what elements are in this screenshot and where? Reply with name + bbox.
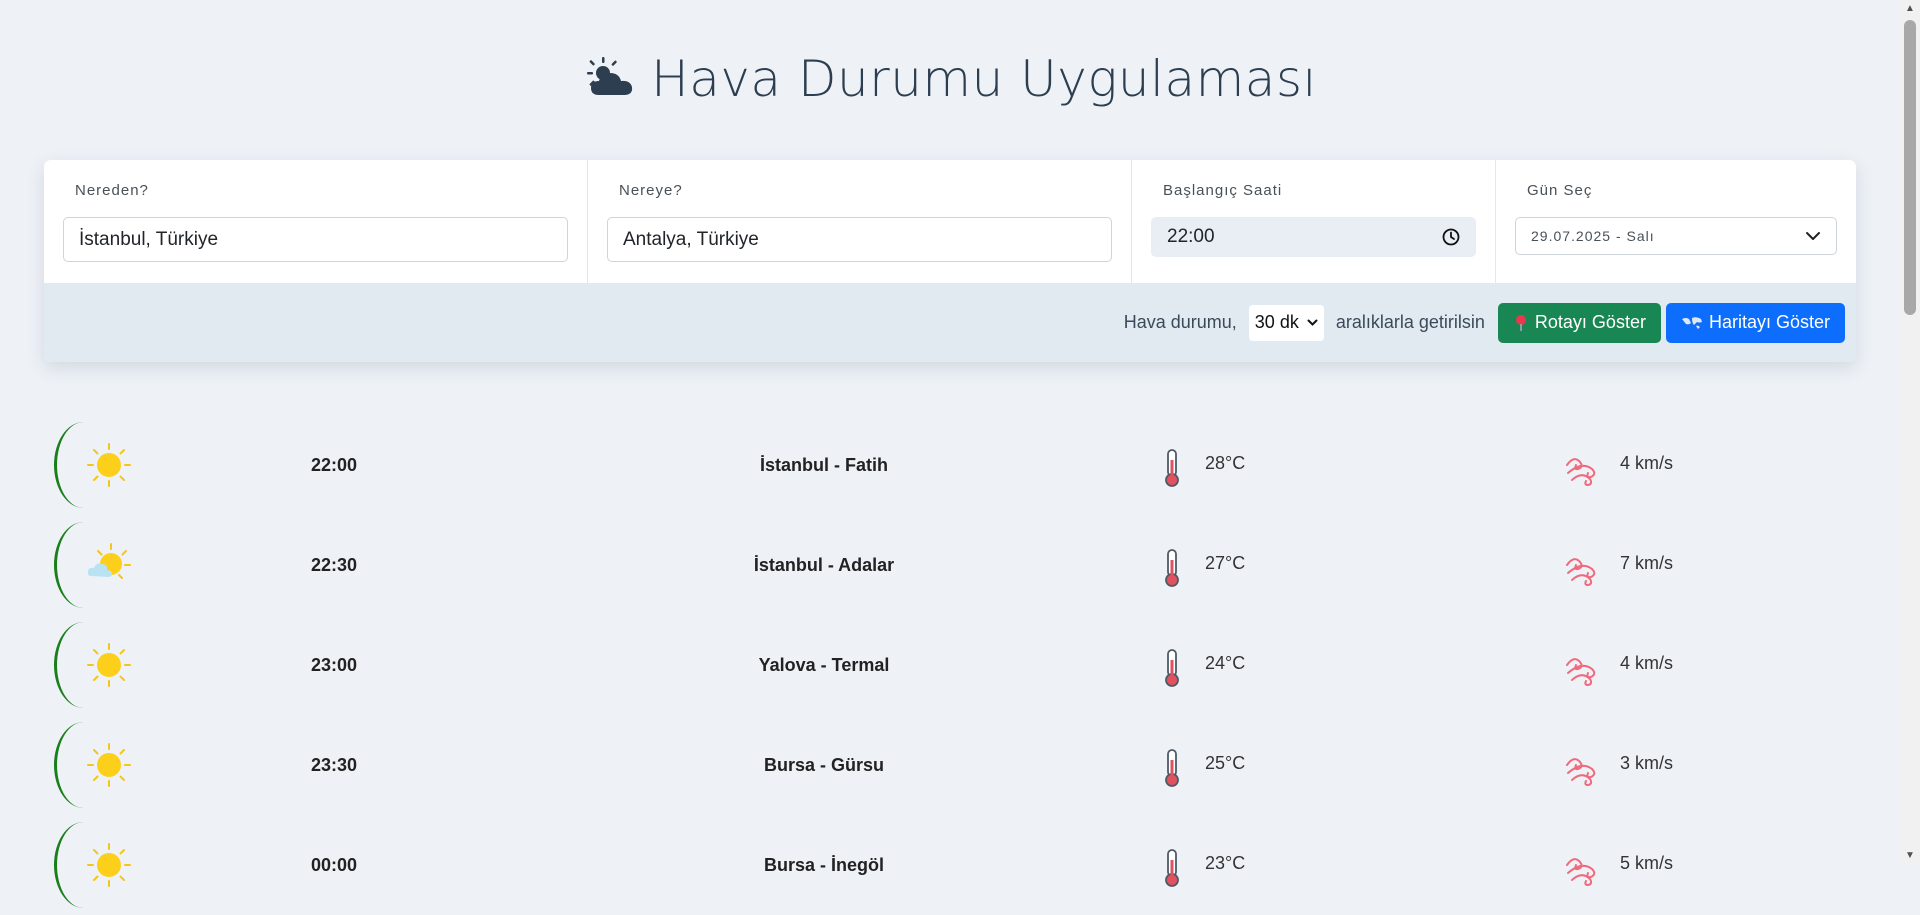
forecast-place: Yalova - Termal <box>758 655 890 675</box>
to-input[interactable]: Antalya, Türkiye <box>607 217 1112 262</box>
forecast-time: 23:00 <box>310 655 358 675</box>
scrollbar-thumb[interactable] <box>1904 20 1916 315</box>
forecast-time: 22:30 <box>310 555 358 575</box>
start-time-field-group: Başlangıç Saati 22:00 <box>1132 160 1496 283</box>
options-toolbar: Hava durumu, 30 dk aralıklarla getirilsi… <box>44 283 1856 362</box>
chevron-down-icon <box>1806 232 1820 240</box>
forecast-time: 22:00 <box>310 455 358 475</box>
wind-icon <box>1566 858 1596 887</box>
thermometer-icon <box>1165 549 1179 587</box>
day-label: Gün Seç <box>1527 182 1593 199</box>
forecast-wind-speed: 5 km/s <box>1620 853 1674 873</box>
vertical-scrollbar[interactable]: ▲ ▼ <box>1900 0 1920 863</box>
forecast-wind-speed: 3 km/s <box>1620 753 1674 773</box>
forecast-place: İstanbul - Fatih <box>760 455 888 475</box>
forecast-row: 23:30 Bursa - Gürsu 25°C 3 km/s <box>44 715 1856 815</box>
interval-prefix-text: Hava durumu, <box>1123 312 1237 332</box>
start-time-value: 22:00 <box>1167 226 1215 247</box>
forecast-temp: 27°C <box>1205 553 1246 573</box>
sun-behind-cloud-icon <box>87 543 131 579</box>
forecast-temp: 23°C <box>1205 853 1246 873</box>
forecast-row: 22:30 İstanbul - Adalar 27°C 7 km/s <box>44 515 1856 615</box>
wind-icon <box>1566 758 1596 787</box>
forecast-wind-speed: 7 km/s <box>1620 553 1674 573</box>
day-field-group: Gün Seç 29.07.2025 - Salı <box>1496 160 1856 283</box>
thermometer-icon <box>1165 449 1179 487</box>
scroll-down-arrow-icon[interactable]: ▼ <box>1900 847 1920 863</box>
show-map-button[interactable]: Haritayı Göster <box>1665 302 1845 343</box>
page: Hava Durumu Uygulaması Nereden? İstanbul… <box>0 0 1900 908</box>
from-label: Nereden? <box>75 182 149 199</box>
chevron-down-icon <box>1307 319 1318 326</box>
forecast-temp: 28°C <box>1205 453 1246 473</box>
world-map-icon <box>1681 316 1702 329</box>
to-field-group: Nereye? Antalya, Türkiye <box>588 160 1132 283</box>
pushpin-icon <box>1515 314 1526 331</box>
page-title: Hava Durumu Uygulaması <box>0 50 1900 108</box>
thermometer-icon <box>1165 749 1179 787</box>
clock-icon[interactable] <box>1442 228 1460 246</box>
from-field-group: Nereden? İstanbul, Türkiye <box>44 160 588 283</box>
day-select-value: 29.07.2025 - Salı <box>1531 228 1655 244</box>
from-input[interactable]: İstanbul, Türkiye <box>63 217 568 262</box>
thermometer-icon <box>1165 649 1179 687</box>
forecast-wind-speed: 4 km/s <box>1620 653 1674 673</box>
start-time-input[interactable]: 22:00 <box>1151 217 1476 257</box>
forecast-place: İstanbul - Adalar <box>753 555 895 575</box>
interval-select-value: 30 dk <box>1254 312 1299 332</box>
forecast-time: 00:00 <box>310 855 358 875</box>
forecast-place: Bursa - Gürsu <box>763 755 885 775</box>
forecast-wind-speed: 4 km/s <box>1620 453 1674 473</box>
to-label: Nereye? <box>619 182 683 199</box>
show-route-label: Rotayı Göster <box>1534 312 1646 332</box>
show-map-label: Haritayı Göster <box>1708 312 1830 332</box>
interval-select[interactable]: 30 dk <box>1248 304 1324 341</box>
form-fields: Nereden? İstanbul, Türkiye Nereye? Antal… <box>44 160 1856 283</box>
forecast-row: 22:00 İstanbul - Fatih 28°C 4 km/s <box>44 415 1856 515</box>
day-select[interactable]: 29.07.2025 - Salı <box>1515 217 1837 255</box>
wind-icon <box>1566 658 1596 687</box>
show-route-button[interactable]: Rotayı Göster <box>1497 302 1661 343</box>
forecast-temp: 24°C <box>1205 653 1246 673</box>
sun-behind-cloud-icon <box>587 57 633 95</box>
sun-icon <box>87 443 131 487</box>
forecast-list: 22:00 İstanbul - Fatih 28°C 4 km/s 22:30… <box>44 415 1856 915</box>
wind-icon <box>1566 558 1596 587</box>
sun-icon <box>87 743 131 787</box>
scroll-up-arrow-icon[interactable]: ▲ <box>1900 0 1920 16</box>
forecast-row: 00:00 Bursa - İnegöl 23°C 5 km/s <box>44 815 1856 915</box>
interval-suffix-text: aralıklarla getirilsin <box>1335 312 1485 332</box>
wind-icon <box>1566 458 1596 487</box>
page-title-text: Hava Durumu Uygulaması <box>651 50 1317 108</box>
start-time-label: Başlangıç Saati <box>1163 182 1283 199</box>
forecast-time: 23:30 <box>310 755 358 775</box>
from-input-value: İstanbul, Türkiye <box>79 228 219 250</box>
route-form-card: Nereden? İstanbul, Türkiye Nereye? Antal… <box>44 160 1856 362</box>
forecast-place: Bursa - İnegöl <box>763 855 884 875</box>
thermometer-icon <box>1165 849 1179 887</box>
forecast-row: 23:00 Yalova - Termal 24°C 4 km/s <box>44 615 1856 715</box>
sun-icon <box>87 643 131 687</box>
sun-icon <box>87 843 131 887</box>
forecast-temp: 25°C <box>1205 753 1246 773</box>
to-input-value: Antalya, Türkiye <box>623 228 759 250</box>
